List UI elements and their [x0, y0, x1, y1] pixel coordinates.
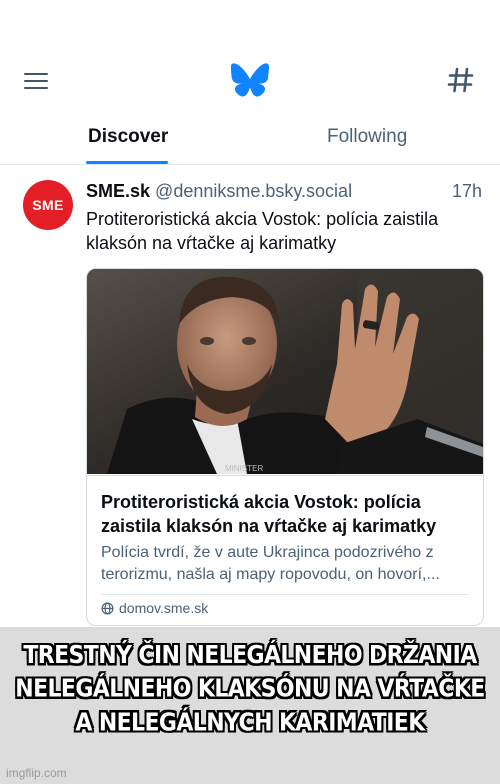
- hash-icon[interactable]: [447, 66, 475, 94]
- bluesky-app: Discover Following SME SME.sk @denniksme…: [0, 0, 500, 627]
- post-text: Protiteroristická akcia Vostok: polícia …: [86, 209, 439, 253]
- card-domain-text: domov.sme.sk: [119, 600, 209, 616]
- author-handle[interactable]: @denniksme.bsky.social: [155, 181, 352, 201]
- post-timestamp[interactable]: 17h: [452, 181, 482, 202]
- butterfly-logo[interactable]: [231, 63, 269, 97]
- globe-icon: [101, 602, 114, 614]
- hamburger-menu-icon[interactable]: [24, 71, 50, 91]
- author-name[interactable]: SME.sk: [86, 181, 150, 201]
- card-title[interactable]: Protiteroristická akcia Vostok: polícia …: [101, 490, 473, 538]
- avatar[interactable]: SME: [23, 180, 73, 230]
- active-tab-indicator: [86, 161, 168, 164]
- card-domain[interactable]: domov.sme.sk: [101, 600, 208, 616]
- card-divider: [101, 594, 469, 595]
- meme-caption-area: TRESTNÝ ČIN NELEGÁLNEHO DRŽANIA NELEGÁLN…: [0, 627, 500, 784]
- feed-tabs: Discover Following: [0, 118, 500, 165]
- top-bar: [0, 55, 500, 107]
- card-body: Protiteroristická akcia Vostok: polícia …: [87, 475, 483, 625]
- tab-discover[interactable]: Discover: [88, 126, 168, 148]
- image-badge-text: MINISTER: [225, 464, 263, 473]
- tab-following[interactable]: Following: [327, 126, 407, 148]
- article-photo: MINISTER: [87, 269, 483, 474]
- watermark: imgflip.com: [6, 766, 67, 780]
- card-description: Polícia tvrdí, že v aute Ukrajinca podoz…: [101, 544, 440, 583]
- meme-caption: TRESTNÝ ČIN NELEGÁLNEHO DRŽANIA NELEGÁLN…: [15, 641, 485, 738]
- post-header: SME.sk @denniksme.bsky.social: [86, 181, 486, 202]
- link-preview-card[interactable]: MINISTER Protiteroristická akcia Vostok:…: [86, 268, 484, 626]
